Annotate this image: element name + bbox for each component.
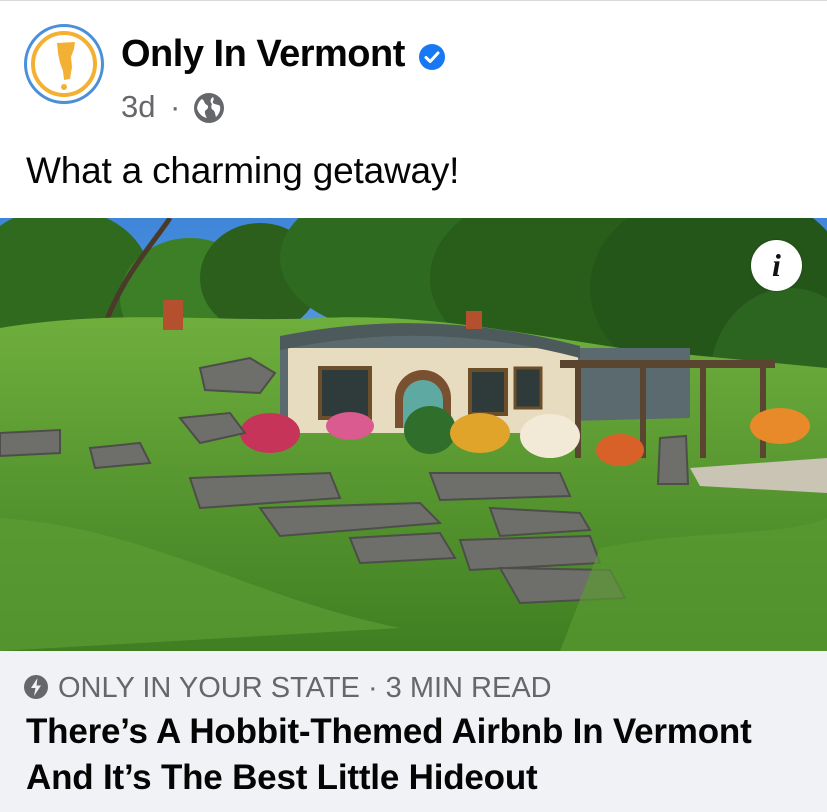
- hobbit-house-image: [0, 218, 827, 651]
- page-avatar[interactable]: [24, 24, 104, 104]
- globe-icon[interactable]: [193, 92, 225, 124]
- lightning-bolt-icon: [24, 675, 48, 699]
- link-headline[interactable]: There’s A Hobbit-Themed Airbnb In Vermon…: [26, 709, 806, 801]
- info-icon[interactable]: i: [751, 240, 802, 291]
- page-name[interactable]: Only In Vermont: [121, 32, 405, 76]
- post-photo[interactable]: [0, 218, 827, 651]
- top-divider: [0, 0, 827, 1]
- link-source: ONLY IN YOUR STATE · 3 MIN READ: [58, 672, 552, 704]
- post-timestamp[interactable]: 3d: [121, 89, 155, 125]
- meta-separator: ·: [170, 89, 181, 124]
- vermont-logo-icon: [31, 31, 97, 97]
- post-message: What a charming getaway!: [26, 150, 460, 191]
- verified-badge-icon: [419, 44, 445, 70]
